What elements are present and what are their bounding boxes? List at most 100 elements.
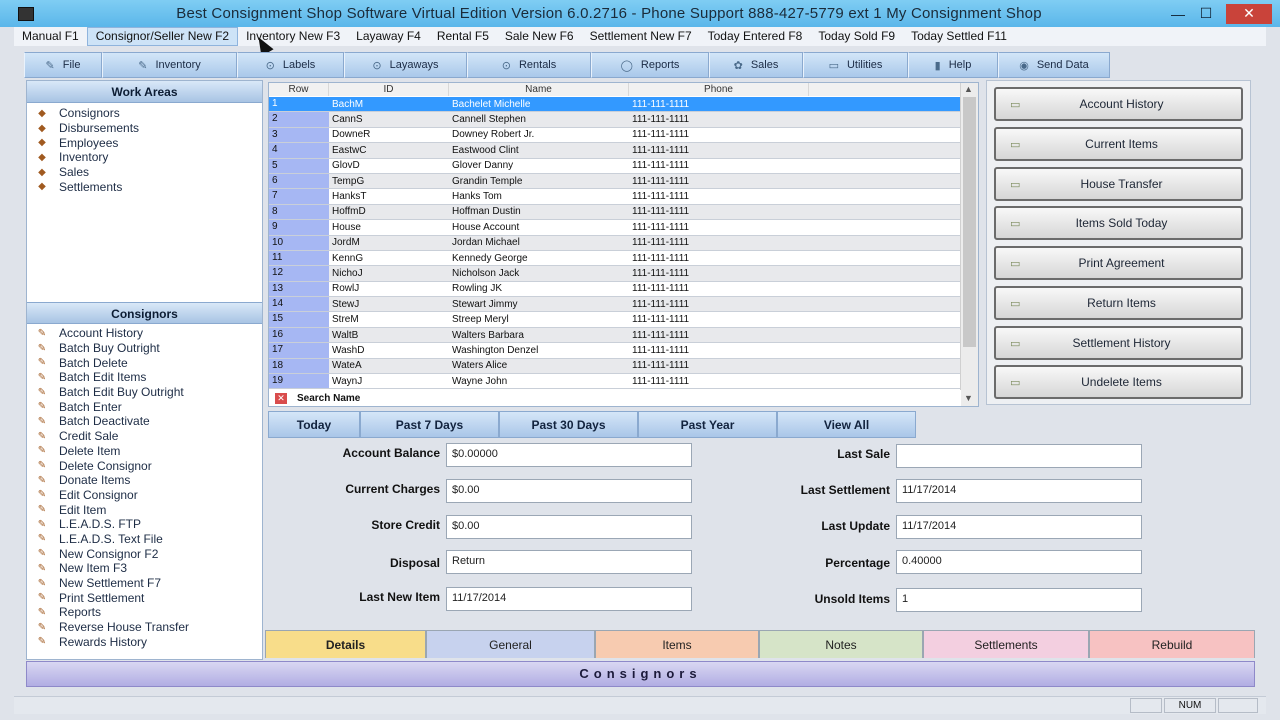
filter-today-button[interactable]: Today — [268, 411, 360, 438]
filter-past-year-button[interactable]: Past Year — [638, 411, 777, 438]
last-update-field[interactable]: 11/17/2014 — [896, 515, 1142, 539]
toolbar-sales-button[interactable]: ✿ Sales — [709, 52, 803, 78]
filter-view-all-button[interactable]: View All — [777, 411, 916, 438]
filter-past-30-days-button[interactable]: Past 30 Days — [499, 411, 638, 438]
last-settlement-field[interactable]: 11/17/2014 — [896, 479, 1142, 503]
table-row[interactable]: 14 StewJ Stewart Jimmy 111-111-1111 — [269, 297, 961, 313]
clear-search-icon[interactable]: ✕ — [275, 392, 287, 404]
toolbar-labels-button[interactable]: ⊙ Labels — [237, 52, 344, 78]
table-row[interactable]: 16 WaltB Walters Barbara 111-111-1111 — [269, 327, 961, 344]
toolbar-help-button[interactable]: ▮ Help — [908, 52, 998, 78]
table-row[interactable]: 13 RowlJ Rowling JK 111-111-1111 — [269, 281, 961, 298]
table-row[interactable]: 3 DowneR Downey Robert Jr. 111-111-1111 — [269, 127, 961, 144]
account-history-button[interactable]: ▭ Account History — [994, 87, 1243, 121]
current-charges-field[interactable]: $0.00 — [446, 479, 692, 503]
table-row[interactable]: 19 WaynJ Wayne John 111-111-1111 — [269, 374, 961, 390]
consignor-task-item[interactable]: ✎ Batch Edit Buy Outright — [35, 385, 262, 400]
work-area-settlements[interactable]: ◆ Settlements — [35, 179, 262, 194]
consignor-task-item[interactable]: ✎ Reverse House Transfer — [35, 620, 262, 635]
toolbar-file-button[interactable]: ✎ File — [24, 52, 102, 78]
search-name-bar[interactable]: ✕ Search Name — [269, 390, 961, 406]
table-row[interactable]: 18 WateA Waters Alice 111-111-1111 — [269, 358, 961, 375]
current-items-button[interactable]: ▭ Current Items — [994, 127, 1243, 161]
table-row[interactable]: 15 StreM Streep Meryl 111-111-1111 — [269, 312, 961, 328]
scroll-thumb[interactable] — [963, 97, 976, 347]
consignor-task-item[interactable]: ✎ Account History — [35, 326, 262, 341]
menu-today-entered[interactable]: Today Entered F8 — [700, 27, 811, 46]
consignor-task-item[interactable]: ✎ New Item F3 — [35, 561, 262, 576]
settlement-history-button[interactable]: ▭ Settlement History — [994, 326, 1243, 360]
unsold-items-field[interactable]: 1 — [896, 588, 1142, 612]
print-agreement-button[interactable]: ▭ Print Agreement — [994, 246, 1243, 280]
close-button[interactable]: ✕ — [1226, 3, 1272, 24]
return-items-button[interactable]: ▭ Return Items — [994, 286, 1243, 320]
table-row[interactable]: 1 BachM Bachelet Michelle 111-111-1111 — [269, 97, 961, 113]
consignor-task-item[interactable]: ✎ L.E.A.D.S. FTP — [35, 517, 262, 532]
table-row[interactable]: 12 NichoJ Nicholson Jack 111-111-1111 — [269, 266, 961, 282]
table-row[interactable]: 2 CannS Cannell Stephen 111-111-1111 — [269, 112, 961, 128]
tab-rebuild[interactable]: Rebuild — [1089, 630, 1255, 658]
consignor-task-item[interactable]: ✎ Rewards History — [35, 634, 262, 649]
last-new-item-field[interactable]: 11/17/2014 — [446, 587, 692, 611]
tab-notes[interactable]: Notes — [759, 630, 923, 658]
toolbar-utilities-button[interactable]: ▭ Utilities — [803, 52, 908, 78]
consignor-task-item[interactable]: ✎ L.E.A.D.S. Text File — [35, 532, 262, 547]
column-header-name[interactable]: Name — [449, 83, 629, 96]
table-row[interactable]: 10 JordM Jordan Michael 111-111-1111 — [269, 235, 961, 251]
maximize-button[interactable]: ☐ — [1192, 4, 1220, 24]
toolbar-rentals-button[interactable]: ⊙ Rentals — [467, 52, 591, 78]
scroll-down-icon[interactable]: ▼ — [964, 393, 973, 403]
menu-settlement-new[interactable]: Settlement New F7 — [582, 27, 700, 46]
table-row[interactable]: 7 HanksT Hanks Tom 111-111-1111 — [269, 189, 961, 205]
consignor-task-item[interactable]: ✎ Credit Sale — [35, 429, 262, 444]
percentage-field[interactable]: 0.40000 — [896, 550, 1142, 574]
tab-items[interactable]: Items — [595, 630, 759, 658]
disposal-field[interactable]: Return — [446, 550, 692, 574]
column-header-id[interactable]: ID — [329, 83, 449, 96]
table-row[interactable]: 17 WashD Washington Denzel 111-111-1111 — [269, 343, 961, 359]
menu-layaway[interactable]: Layaway F4 — [348, 27, 429, 46]
grid-scrollbar[interactable]: ▲ ▼ — [960, 83, 978, 406]
table-row[interactable]: 5 GlovD Glover Danny 111-111-1111 — [269, 158, 961, 174]
consignor-task-item[interactable]: ✎ Batch Enter — [35, 399, 262, 414]
menu-sale-new[interactable]: Sale New F6 — [497, 27, 582, 46]
table-row[interactable]: 8 HoffmD Hoffman Dustin 111-111-1111 — [269, 204, 961, 221]
tab-details[interactable]: Details — [265, 630, 426, 658]
toolbar-send-data-button[interactable]: ◉ Send Data — [998, 52, 1110, 78]
toolbar-layaways-button[interactable]: ⊙ Layaways — [344, 52, 467, 78]
app-icon[interactable] — [18, 6, 34, 21]
consignor-task-item[interactable]: ✎ Batch Delete — [35, 355, 262, 370]
consignor-task-item[interactable]: ✎ New Consignor F2 — [35, 546, 262, 561]
work-area-employees[interactable]: ◆ Employees — [35, 135, 262, 150]
undelete-items-button[interactable]: ▭ Undelete Items — [994, 365, 1243, 399]
table-row[interactable]: 9 House House Account 111-111-1111 — [269, 220, 961, 236]
toolbar-inventory-button[interactable]: ✎ Inventory — [102, 52, 237, 78]
tab-settlements[interactable]: Settlements — [923, 630, 1089, 658]
table-row[interactable]: 4 EastwC Eastwood Clint 111-111-1111 — [269, 143, 961, 159]
menu-rental[interactable]: Rental F5 — [429, 27, 497, 46]
scroll-up-icon[interactable]: ▲ — [964, 84, 973, 94]
last-sale-field[interactable] — [896, 444, 1142, 468]
column-header-row[interactable]: Row — [269, 83, 329, 96]
menu-consignor-new[interactable]: Consignor/Seller New F2 — [86, 27, 239, 46]
consignor-task-item[interactable]: ✎ Delete Item — [35, 444, 262, 459]
tab-general[interactable]: General — [426, 630, 595, 658]
work-area-inventory[interactable]: ◆ Inventory — [35, 150, 262, 165]
consignor-task-item[interactable]: ✎ Reports — [35, 605, 262, 620]
work-area-sales[interactable]: ◆ Sales — [35, 165, 262, 180]
consignor-task-item[interactable]: ✎ Batch Buy Outright — [35, 341, 262, 356]
menu-manual[interactable]: Manual F1 — [14, 27, 87, 46]
minimize-button[interactable]: — — [1164, 4, 1192, 24]
menu-today-settled[interactable]: Today Settled F11 — [903, 27, 1015, 46]
filter-past-7-days-button[interactable]: Past 7 Days — [360, 411, 499, 438]
consignor-task-item[interactable]: ✎ Donate Items — [35, 473, 262, 488]
consignor-task-item[interactable]: ✎ Delete Consignor — [35, 458, 262, 473]
consignor-task-item[interactable]: ✎ Edit Consignor — [35, 488, 262, 503]
table-row[interactable]: 11 KennG Kennedy George 111-111-1111 — [269, 250, 961, 267]
account-balance-field[interactable]: $0.00000 — [446, 443, 692, 467]
store-credit-field[interactable]: $0.00 — [446, 515, 692, 539]
consignor-task-item[interactable]: ✎ Edit Item — [35, 502, 262, 517]
consignor-task-item[interactable]: ✎ Print Settlement — [35, 590, 262, 605]
house-transfer-button[interactable]: ▭ House Transfer — [994, 167, 1243, 201]
column-header-phone[interactable]: Phone — [629, 83, 809, 96]
